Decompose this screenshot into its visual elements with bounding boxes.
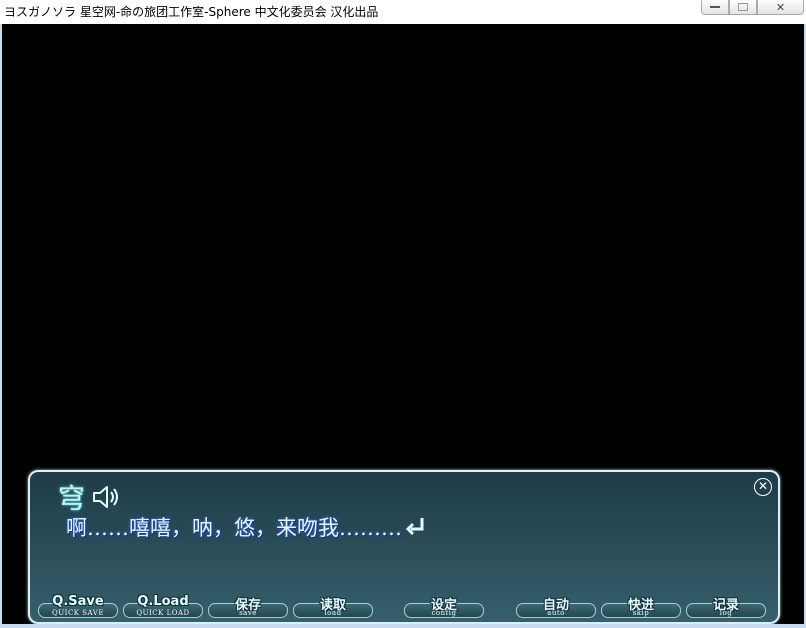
- maximize-button[interactable]: [729, 0, 757, 15]
- load-button[interactable]: 读取 load: [293, 598, 373, 618]
- save-button[interactable]: 保存 save: [208, 598, 288, 618]
- speaker-name: 穹: [58, 484, 85, 515]
- config-button[interactable]: 设定 config: [404, 598, 484, 618]
- speaker-row: 穹: [58, 477, 121, 516]
- window-title: ヨスガノソラ 星空网-命の旅团工作室-Sphere 中文化委员会 汉化出品: [4, 5, 379, 19]
- message-window[interactable]: 穹 ✕ 啊……嘻嘻，呐，悠，来吻我……… Q.Save QUICK SAVE Q…: [28, 470, 780, 624]
- dialogue-line: 啊……嘻嘻，呐，悠，来吻我………: [66, 512, 428, 542]
- auto-button[interactable]: 自动 auto: [516, 598, 596, 618]
- qsave-label: Q.Save: [52, 594, 104, 609]
- window-close-button[interactable]: ✕: [757, 0, 804, 15]
- config-sublabel: config: [431, 609, 457, 617]
- qload-sublabel: QUICK LOAD: [136, 609, 190, 617]
- load-sublabel: load: [324, 609, 342, 617]
- system-menu: Q.Save QUICK SAVE Q.Load QUICK LOAD 保存 s…: [38, 594, 770, 618]
- log-button[interactable]: 记录 log: [686, 598, 766, 618]
- window-bottom-border: [0, 624, 806, 628]
- log-sublabel: log: [719, 609, 733, 617]
- speaker-icon[interactable]: [91, 484, 121, 510]
- qsave-sublabel: QUICK SAVE: [52, 609, 104, 617]
- window-controls: ✕: [701, 0, 806, 15]
- qsave-button[interactable]: Q.Save QUICK SAVE: [38, 594, 118, 618]
- qload-label: Q.Load: [137, 594, 189, 609]
- message-close-button[interactable]: ✕: [754, 478, 772, 496]
- skip-button[interactable]: 快进 skip: [601, 598, 681, 618]
- return-arrow-icon: [405, 518, 424, 536]
- auto-sublabel: auto: [547, 609, 565, 617]
- save-sublabel: save: [239, 609, 257, 617]
- window-titlebar: ヨスガノソラ 星空网-命の旅团工作室-Sphere 中文化委员会 汉化出品 ✕: [0, 0, 806, 25]
- minimize-icon: [710, 6, 720, 8]
- minimize-button[interactable]: [701, 0, 729, 15]
- skip-sublabel: skip: [632, 609, 650, 617]
- game-screen[interactable]: 穹 ✕ 啊……嘻嘻，呐，悠，来吻我……… Q.Save QUICK SAVE Q…: [2, 24, 804, 624]
- maximize-icon: [738, 3, 748, 11]
- qload-button[interactable]: Q.Load QUICK LOAD: [123, 594, 203, 618]
- close-icon: ✕: [775, 0, 786, 14]
- dialogue-text: 啊……嘻嘻，呐，悠，来吻我………: [66, 516, 402, 540]
- close-icon: ✕: [757, 479, 769, 493]
